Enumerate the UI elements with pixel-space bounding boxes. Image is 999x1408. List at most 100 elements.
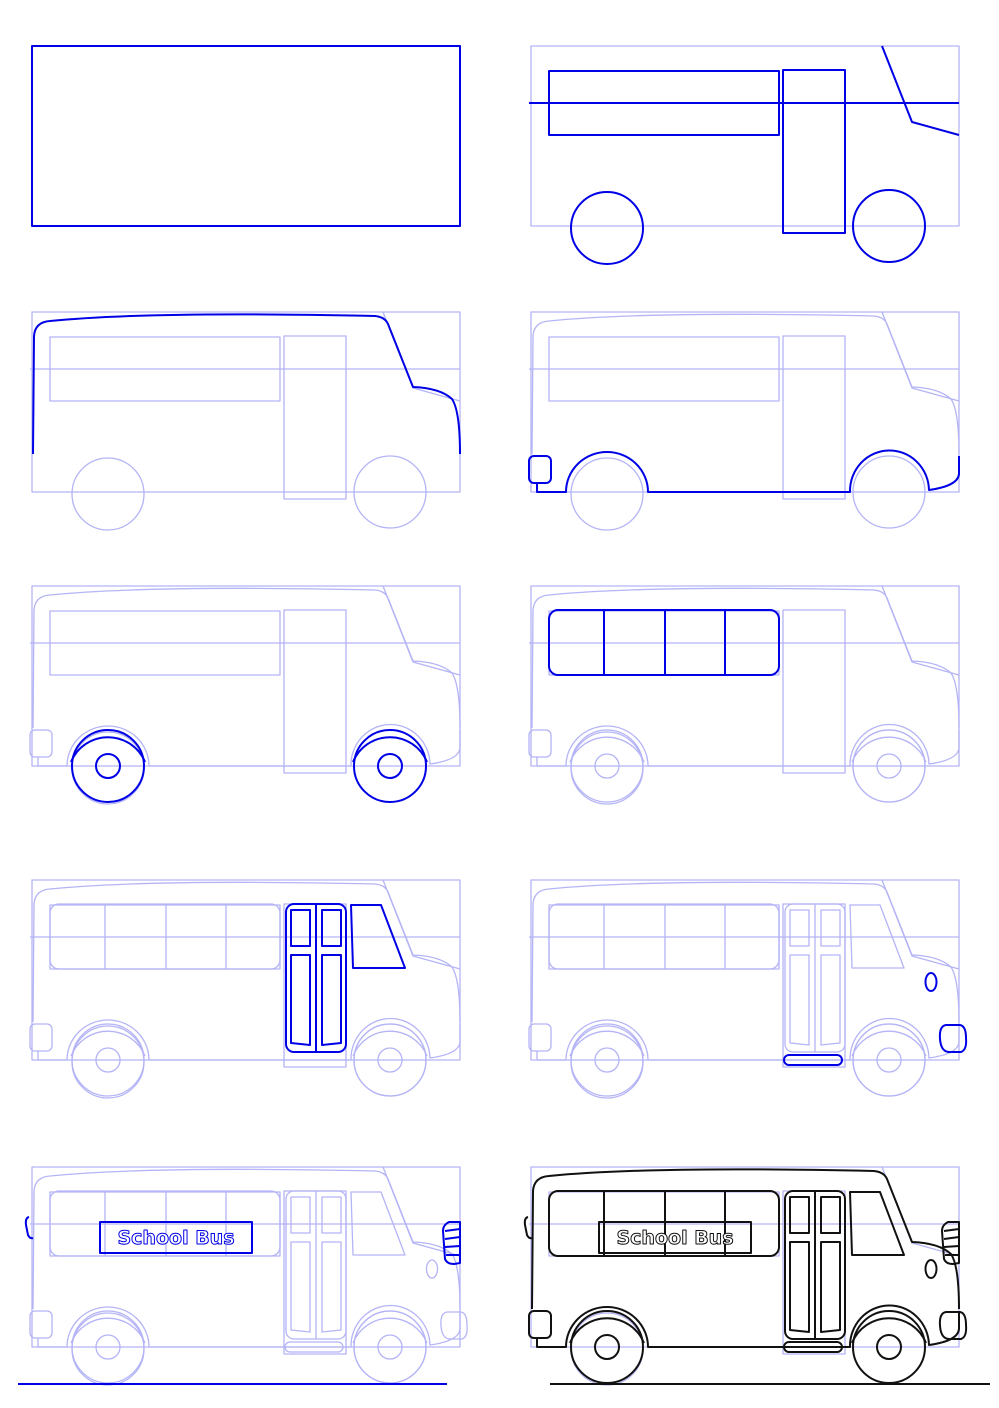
grille-shape bbox=[943, 1236, 960, 1240]
wheel-guides-shape bbox=[570, 191, 644, 265]
front-slope-guide bbox=[881, 45, 960, 136]
wheel-guides-shape bbox=[71, 731, 145, 805]
grille-shape bbox=[442, 1221, 461, 1265]
headlight bbox=[924, 972, 938, 992]
grille-shape bbox=[444, 1245, 461, 1248]
door-guide bbox=[283, 1190, 347, 1355]
name-sign: School Bus bbox=[598, 1221, 752, 1254]
door-shape bbox=[820, 954, 841, 1046]
body-top-outline bbox=[32, 587, 461, 729]
body-top-outline bbox=[32, 1168, 461, 1310]
bus-drawing-steps: School Bus School Bus bbox=[18, 45, 990, 1386]
front-bumper-shape bbox=[440, 1311, 468, 1340]
base-rectangle bbox=[31, 311, 461, 493]
base-rectangle-shape bbox=[530, 311, 960, 493]
door bbox=[784, 903, 846, 1053]
wheel-guides-shape bbox=[570, 457, 644, 531]
door-guide-shape bbox=[782, 609, 846, 774]
rear-bumper-shape bbox=[528, 1310, 552, 1339]
door-shape bbox=[820, 1241, 841, 1333]
door bbox=[285, 1190, 347, 1340]
rear-bumper-shape bbox=[528, 455, 552, 484]
headlight-shape bbox=[425, 1259, 439, 1279]
body-top-outline-shape bbox=[531, 881, 960, 1023]
step-panel-3 bbox=[30, 311, 461, 531]
door-guide-shape bbox=[283, 335, 347, 500]
door-guide bbox=[782, 335, 846, 500]
body-top-outline bbox=[531, 881, 960, 1023]
step-panel-1 bbox=[31, 45, 461, 227]
headlight-shape bbox=[924, 1259, 938, 1279]
front-bumper-shape bbox=[938, 1311, 968, 1341]
name-sign-text: School Bus bbox=[117, 1227, 234, 1249]
body-top-outline-shape bbox=[531, 313, 960, 455]
door bbox=[784, 1190, 846, 1340]
body-top-outline-shape bbox=[32, 587, 461, 729]
body-top-outline-shape bbox=[32, 881, 461, 1023]
rear-bumper bbox=[528, 1023, 552, 1052]
body-top-outline bbox=[531, 313, 960, 455]
door-shape bbox=[321, 954, 342, 1046]
rear-bumper bbox=[29, 1023, 53, 1052]
door-shape bbox=[820, 909, 841, 947]
wheel-guides-shape bbox=[570, 731, 644, 805]
base-rectangle-shape bbox=[31, 45, 461, 227]
door-shape bbox=[789, 1241, 810, 1333]
name-sign-text: School Bus bbox=[616, 1227, 733, 1249]
body-top-outline-shape bbox=[32, 313, 461, 455]
step-panel-9: School Bus bbox=[24, 1166, 468, 1386]
door-shape bbox=[321, 1241, 342, 1333]
door-shape bbox=[290, 1241, 311, 1333]
door bbox=[285, 903, 347, 1053]
door-shape bbox=[789, 909, 810, 947]
front-bumper bbox=[440, 1311, 468, 1340]
rear-bumper-shape bbox=[29, 729, 53, 758]
door-shape bbox=[820, 1196, 841, 1234]
rear-bumper bbox=[528, 455, 552, 484]
grille-shape bbox=[444, 1236, 461, 1240]
front-bumper bbox=[938, 1024, 968, 1054]
door-guide bbox=[782, 903, 846, 1068]
door-guide bbox=[283, 335, 347, 500]
door-shape bbox=[321, 909, 342, 947]
grille-shape bbox=[444, 1228, 461, 1232]
door-shape bbox=[290, 954, 311, 1046]
door-guide bbox=[782, 69, 846, 234]
body-top-outline-shape bbox=[32, 1168, 461, 1310]
door-guide-shape bbox=[283, 609, 347, 774]
step-panel-5 bbox=[29, 585, 461, 805]
wheel-guides-shape bbox=[71, 1312, 145, 1386]
step-panel-7 bbox=[29, 879, 461, 1099]
step-panel-10: School Bus bbox=[523, 1166, 968, 1386]
door-guide-shape bbox=[782, 69, 846, 234]
headlight bbox=[425, 1259, 439, 1279]
door-guide bbox=[782, 609, 846, 774]
base-rectangle bbox=[31, 45, 461, 227]
wheel-guides-shape bbox=[71, 457, 145, 531]
door-shape bbox=[789, 954, 810, 1046]
front-bumper bbox=[938, 1311, 968, 1341]
front-slope-guide-shape bbox=[881, 45, 960, 136]
rear-bumper-shape bbox=[29, 1023, 53, 1052]
base-rectangle bbox=[530, 311, 960, 493]
door-guide bbox=[283, 609, 347, 774]
base-rectangle-shape bbox=[31, 311, 461, 493]
grille bbox=[941, 1221, 960, 1265]
headlight bbox=[924, 1259, 938, 1279]
wheel-guides-shape bbox=[570, 1025, 644, 1099]
step-panel-6 bbox=[528, 585, 960, 805]
rear-bumper-shape bbox=[528, 1023, 552, 1052]
rear-bumper-shape bbox=[29, 1310, 53, 1339]
step-panel-8 bbox=[528, 879, 968, 1099]
grille bbox=[442, 1221, 461, 1265]
headlight-shape bbox=[924, 972, 938, 992]
rear-bumper bbox=[528, 1310, 552, 1339]
door-guide-shape bbox=[782, 903, 846, 1068]
wheel-guides-shape bbox=[71, 1025, 145, 1099]
wheel-guides bbox=[71, 455, 427, 531]
grille-shape bbox=[943, 1228, 960, 1232]
door-shape bbox=[290, 1196, 311, 1234]
rear-bumper bbox=[528, 729, 552, 758]
door-guide-shape bbox=[782, 335, 846, 500]
body-top-outline bbox=[32, 313, 461, 455]
